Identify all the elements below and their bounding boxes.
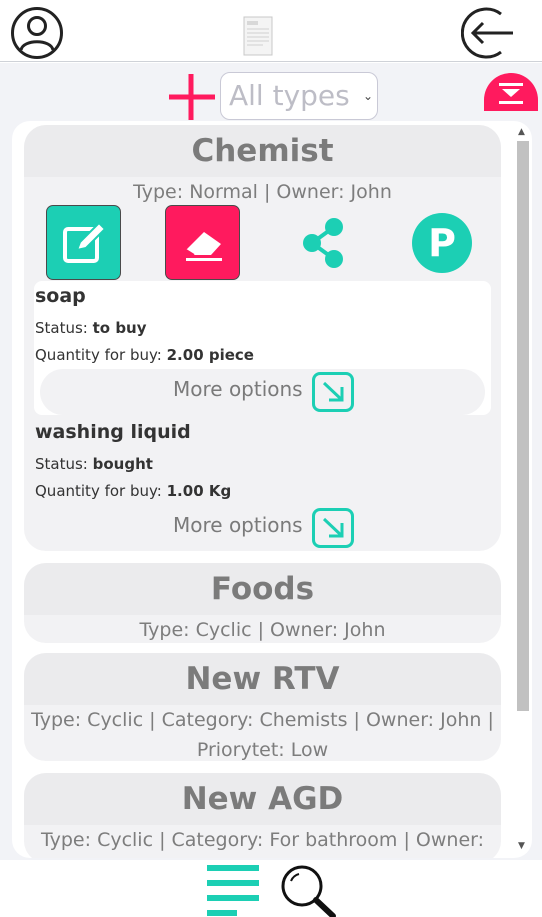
- eraser-icon: [185, 232, 222, 261]
- list-item[interactable]: soap Status: to buy Quantity for buy: 2.…: [34, 281, 491, 415]
- more-options-button[interactable]: More options: [40, 505, 485, 551]
- type-select[interactable]: All types ⌄: [220, 72, 378, 120]
- user-circle-icon[interactable]: [10, 6, 64, 60]
- card-actions: P: [24, 205, 501, 281]
- card-meta: Type: Cyclic | Category: For bathroom | …: [40, 829, 485, 851]
- item-quantity-value: 1.00 Kg: [166, 482, 232, 500]
- item-quantity: Quantity for buy: 1.00 Kg: [35, 482, 231, 500]
- arrow-down-right-icon: [312, 508, 354, 548]
- card-title: New RTV: [185, 661, 340, 697]
- card-meta: Type: Cyclic | Category: Chemists | Owne…: [31, 709, 494, 761]
- scroll-up-icon[interactable]: ▲: [518, 127, 525, 137]
- card-title: Foods: [210, 571, 315, 607]
- card-meta: Type: Cyclic | Owner: John: [139, 619, 386, 641]
- top-bar: [0, 0, 542, 62]
- document-icon: [243, 16, 273, 56]
- scrollbar-thumb[interactable]: [517, 141, 529, 711]
- item-quantity: Quantity for buy: 2.00 piece: [35, 346, 254, 364]
- more-options-label: More options: [173, 377, 303, 401]
- item-status-label: Status:: [35, 319, 93, 337]
- card-title: New AGD: [181, 781, 344, 817]
- item-name: soap: [35, 285, 86, 307]
- item-name: washing liquid: [35, 421, 191, 443]
- list-card-new-rtv[interactable]: New RTV Type: Cyclic | Category: Chemist…: [24, 653, 501, 761]
- item-quantity-value: 2.00 piece: [166, 346, 254, 364]
- card-header[interactable]: New AGD: [24, 773, 501, 825]
- chevron-down-icon: ⌄: [362, 89, 373, 103]
- item-status-value: to buy: [92, 319, 147, 337]
- list-card-new-agd[interactable]: New AGD Type: Cyclic | Category: For bat…: [24, 773, 501, 858]
- p-button[interactable]: P: [412, 213, 472, 273]
- plus-icon[interactable]: [168, 73, 216, 121]
- arrow-down-right-icon: [312, 372, 354, 412]
- arrow-left-circle-icon[interactable]: [461, 6, 515, 60]
- main-area: All types ⌄ Chemist Type: Normal | Owner…: [0, 63, 542, 860]
- scrollbar[interactable]: ▲ ▼: [516, 127, 529, 853]
- list-panel[interactable]: Chemist Type: Normal | Owner: John P soa…: [12, 121, 532, 858]
- item-status-value: bought: [92, 455, 153, 473]
- share-icon[interactable]: [296, 215, 352, 271]
- list-card-chemist[interactable]: Chemist Type: Normal | Owner: John P soa…: [24, 125, 501, 551]
- edit-icon: [63, 221, 107, 263]
- item-quantity-label: Quantity for buy:: [35, 482, 167, 500]
- list-card-foods[interactable]: Foods Type: Cyclic | Owner: John: [24, 563, 501, 643]
- hamburger-menu-icon[interactable]: [207, 865, 259, 917]
- item-status-label: Status:: [35, 455, 93, 473]
- list-item[interactable]: washing liquid Status: bought Quantity f…: [34, 417, 491, 551]
- card-header[interactable]: Chemist: [24, 125, 501, 177]
- type-select-value: All types: [229, 79, 350, 112]
- card-meta: Type: Normal | Owner: John: [133, 181, 392, 203]
- item-status: Status: to buy: [35, 319, 147, 337]
- more-options-button[interactable]: More options: [40, 369, 485, 415]
- item-status: Status: bought: [35, 455, 153, 473]
- collapse-all-icon[interactable]: [484, 73, 538, 111]
- item-quantity-label: Quantity for buy:: [35, 346, 167, 364]
- card-title: Chemist: [191, 133, 334, 169]
- scroll-down-icon[interactable]: ▼: [518, 841, 525, 851]
- filter-row: All types ⌄: [0, 63, 542, 121]
- card-header[interactable]: New RTV: [24, 653, 501, 705]
- edit-button[interactable]: [46, 205, 121, 280]
- card-header[interactable]: Foods: [24, 563, 501, 615]
- erase-button[interactable]: [165, 205, 240, 280]
- bottom-bar: [0, 860, 542, 917]
- search-icon[interactable]: [279, 863, 337, 917]
- more-options-label: More options: [173, 513, 303, 537]
